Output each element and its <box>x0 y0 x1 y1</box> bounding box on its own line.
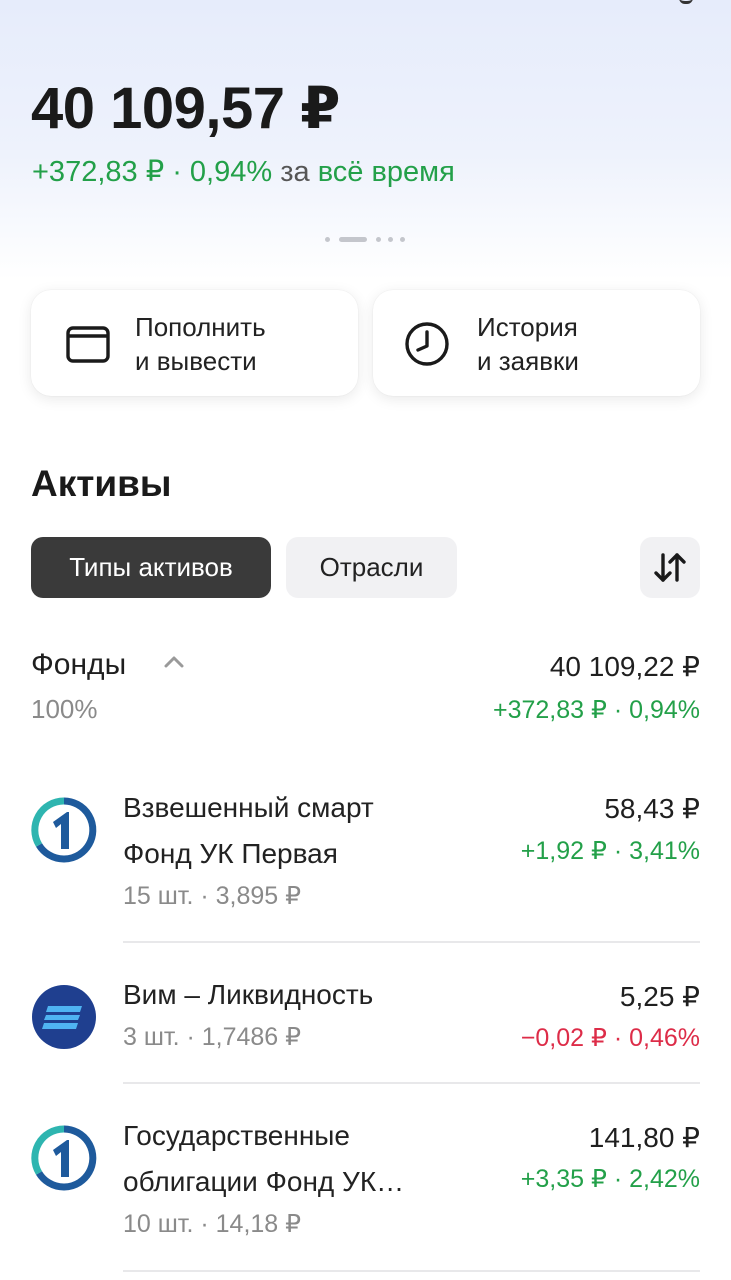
deposit-withdraw-button[interactable]: Пополнить и вывести <box>31 290 358 396</box>
divider <box>123 941 700 943</box>
group-share: 100% <box>31 694 98 724</box>
vim-logo-icon <box>32 985 96 1049</box>
item-change: +1,92 ₽ · 3,41% <box>520 837 700 865</box>
page-dot <box>325 237 330 242</box>
page-dot <box>400 237 405 242</box>
portfolio-change-amount: +372,83 ₽ · 0,94% <box>32 156 273 188</box>
divider <box>123 1082 700 1084</box>
item-value: 58,43 ₽ <box>604 793 700 824</box>
item-value: 5,25 ₽ <box>619 981 700 1012</box>
sort-arrows-icon <box>654 553 686 582</box>
page-dot <box>376 237 381 242</box>
tab-industries[interactable]: Отрасли <box>286 537 457 598</box>
divider <box>123 1270 700 1272</box>
portfolio-change-period[interactable]: всё время <box>318 156 455 188</box>
chevron-up-icon[interactable] <box>162 652 186 672</box>
profile-edge-icon[interactable] <box>679 0 693 4</box>
item-name: Взвешенный смарт Фонд УК Первая <box>123 792 374 869</box>
item-quantity-price: 15 шт. · 3,895 ₽ <box>123 882 302 910</box>
page-dot-active <box>339 237 367 242</box>
pervaya-logo-icon <box>31 1125 97 1191</box>
item-change: −0,02 ₽ · 0,46% <box>520 1024 700 1052</box>
sort-button[interactable] <box>640 537 700 598</box>
wallet-icon <box>66 326 110 363</box>
tab-asset-types[interactable]: Типы активов <box>31 537 271 598</box>
portfolio-change[interactable]: +372,83 ₽ · 0,94% за всё время <box>32 154 455 189</box>
page-dot <box>388 237 393 242</box>
group-change: +372,83 ₽ · 0,94% <box>492 696 700 724</box>
assets-title: Активы <box>31 463 172 504</box>
group-value: 40 109,22 ₽ <box>549 651 700 682</box>
item-value: 141,80 ₽ <box>588 1122 700 1153</box>
group-name: Фонды <box>31 648 127 681</box>
pervaya-logo-icon <box>31 797 97 863</box>
item-quantity-price: 10 шт. · 14,18 ₽ <box>123 1210 302 1238</box>
portfolio-balance: 40 109,57 ₽ <box>31 76 341 141</box>
item-change: +3,35 ₽ · 2,42% <box>520 1165 700 1193</box>
item-quantity-price: 3 шт. · 1,7486 ₽ <box>123 1023 302 1051</box>
item-name: Государственные облигации Фонд УК… <box>123 1120 405 1197</box>
clock-icon <box>405 322 449 366</box>
history-orders-label: История и заявки <box>477 312 579 376</box>
item-name: Вим – Ликвидность <box>123 979 374 1010</box>
portfolio-change-prefix: за <box>280 156 310 188</box>
history-orders-button[interactable]: История и заявки <box>373 290 700 396</box>
deposit-withdraw-label: Пополнить и вывести <box>135 312 266 376</box>
